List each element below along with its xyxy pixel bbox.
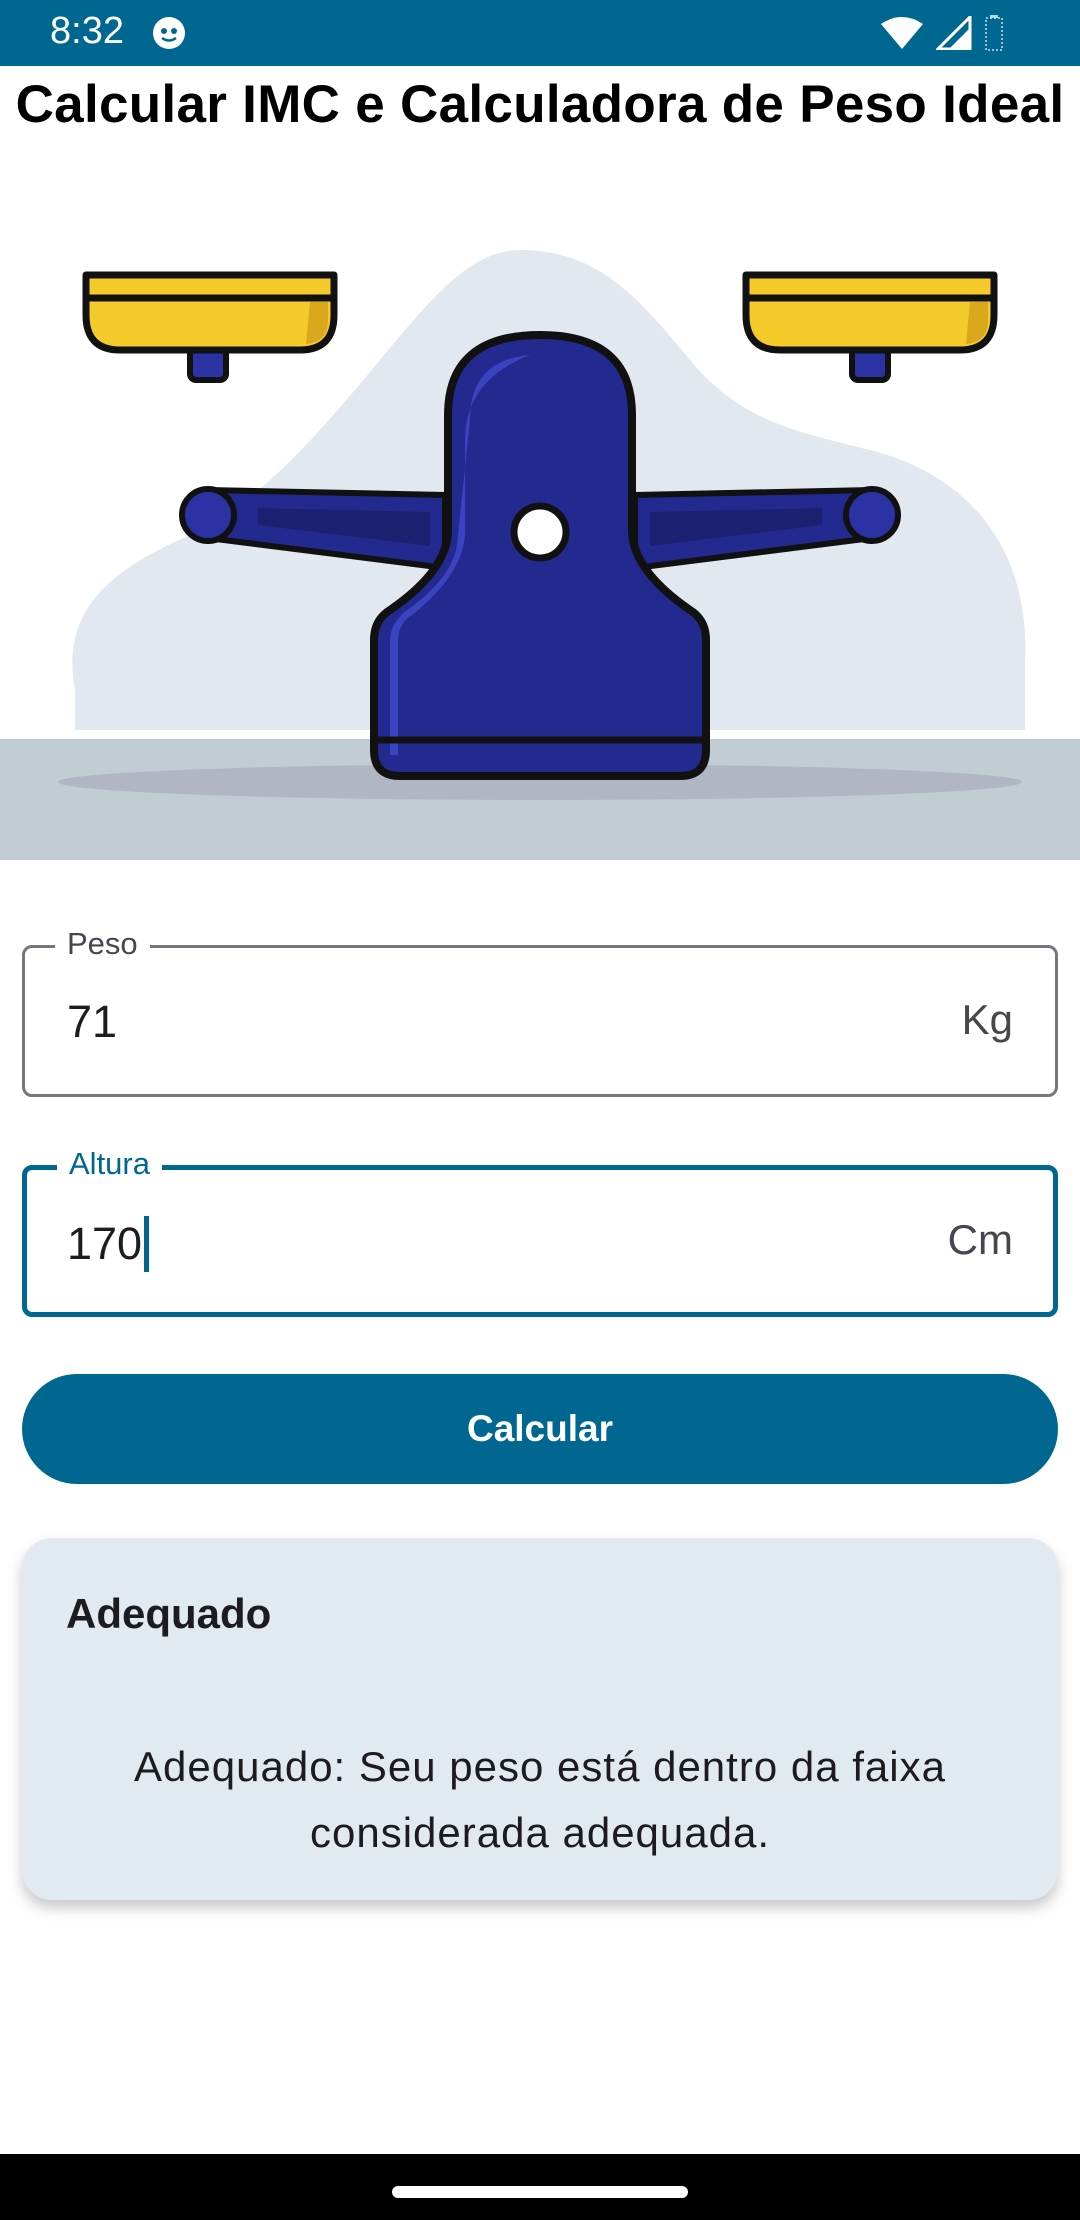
height-label: Altura: [57, 1146, 162, 1182]
wifi-icon: [881, 17, 923, 49]
navigation-bar: [0, 2154, 1080, 2220]
result-card: Adequado Adequado: Seu peso está dentro …: [22, 1538, 1058, 1900]
weight-unit: Kg: [961, 996, 1013, 1043]
result-message: Adequado: Seu peso está dentro da faixa …: [134, 1743, 946, 1856]
weight-field[interactable]: Peso 71 Kg: [22, 926, 1058, 1097]
battery-icon: [985, 15, 1003, 51]
height-unit: Cm: [947, 1216, 1013, 1263]
status-bar: 8:32: [0, 0, 1080, 66]
home-gesture-handle[interactable]: [392, 2186, 688, 2198]
signal-icon: [936, 16, 972, 50]
weight-input[interactable]: 71: [67, 996, 117, 1048]
weight-value: 71: [67, 996, 118, 1047]
screen: 8:32 Calcular IMC e Calculadora de Peso …: [0, 0, 1080, 2220]
status-time: 8:32: [50, 10, 124, 52]
calculate-button[interactable]: Calcular: [22, 1374, 1058, 1484]
status-icons: [880, 14, 1004, 52]
height-value: 170: [67, 1218, 143, 1269]
app-notification-icon: [153, 17, 185, 49]
weight-label: Peso: [55, 926, 150, 962]
page-title: Calcular IMC e Calculadora de Peso Ideal: [15, 75, 1065, 134]
height-field[interactable]: Altura 170 Cm: [22, 1146, 1058, 1317]
result-title: Adequado: [66, 1590, 272, 1637]
balance-scale-icon: [0, 250, 1080, 860]
text-cursor: [144, 1216, 150, 1272]
height-input[interactable]: 170: [67, 1216, 150, 1272]
